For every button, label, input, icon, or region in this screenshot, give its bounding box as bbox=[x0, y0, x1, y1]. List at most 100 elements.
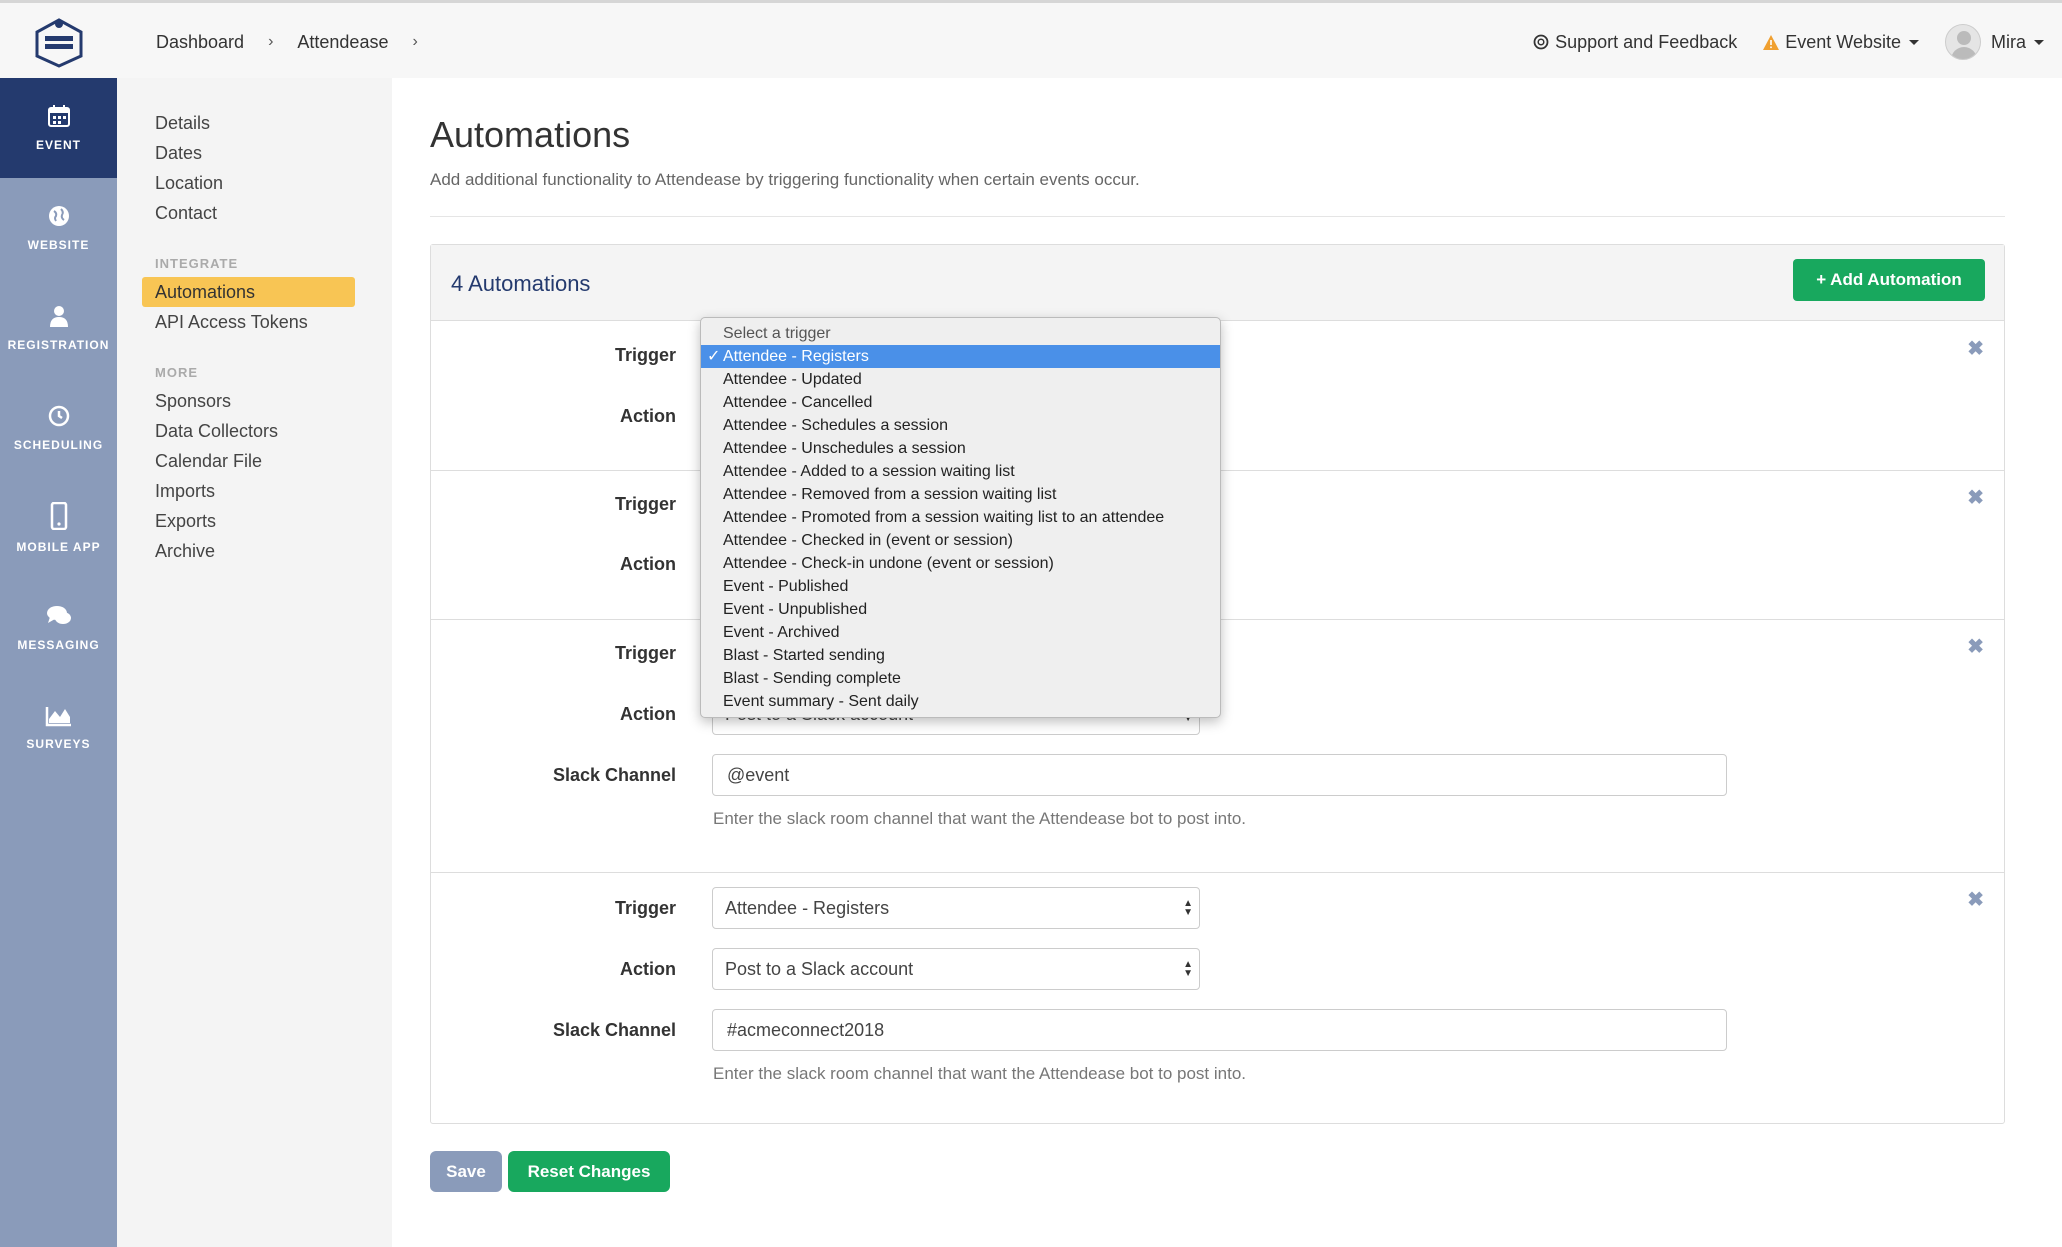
subnav-dates[interactable]: Dates bbox=[155, 138, 392, 168]
nav-item-registration[interactable]: REGISTRATION bbox=[0, 278, 117, 378]
chevron-right-icon: › bbox=[268, 33, 274, 50]
plus-icon: + bbox=[1816, 270, 1827, 289]
nav-label-website: WEBSITE bbox=[27, 238, 90, 252]
nav-item-surveys[interactable]: SURVEYS bbox=[0, 678, 117, 778]
breadcrumb-dashboard[interactable]: Dashboard bbox=[156, 32, 244, 53]
action-label: Action bbox=[620, 704, 676, 724]
dropdown-option[interactable]: Blast - Started sending bbox=[701, 644, 1220, 667]
chat-icon bbox=[46, 606, 71, 624]
dropdown-option[interactable]: Event summary - Sent daily bbox=[701, 690, 1220, 713]
nav-label-mobile-app: MOBILE APP bbox=[16, 540, 101, 554]
remove-automation-icon[interactable]: ✖ bbox=[1967, 336, 1984, 361]
slack-channel-input[interactable]: #acmeconnect2018 bbox=[712, 1009, 1727, 1051]
add-automation-button[interactable]: + Add Automation bbox=[1793, 259, 1985, 301]
save-button[interactable]: Save bbox=[430, 1151, 502, 1192]
nav-item-mobile-app[interactable]: MOBILE APP bbox=[0, 478, 117, 578]
trigger-label: Trigger bbox=[614, 494, 676, 514]
dropdown-option[interactable]: ✓ Attendee - Registers bbox=[701, 345, 1220, 368]
caret-down-icon bbox=[1909, 39, 1919, 45]
slack-channel-value: @event bbox=[727, 764, 790, 785]
subnav-data-collectors[interactable]: Data Collectors bbox=[155, 416, 392, 446]
breadcrumb: Dashboard › Attendease › bbox=[156, 3, 442, 81]
panel-title: 4 Automations bbox=[451, 271, 591, 296]
subnav-exports[interactable]: Exports bbox=[155, 506, 392, 536]
support-feedback-link[interactable]: Support and Feedback bbox=[1533, 32, 1737, 53]
user-menu[interactable]: Mira bbox=[1945, 24, 2044, 60]
page-subtitle: Add additional functionality to Attendea… bbox=[430, 170, 1140, 189]
dropdown-option[interactable]: Attendee - Check-in undone (event or ses… bbox=[701, 552, 1220, 575]
action-value: Post to a Slack account bbox=[725, 958, 914, 979]
action-label: Action bbox=[620, 554, 676, 574]
dropdown-option[interactable]: Attendee - Updated bbox=[701, 368, 1220, 391]
top-bar: Dashboard › Attendease › Support and Fee… bbox=[0, 0, 2062, 78]
attendease-logo[interactable] bbox=[0, 3, 117, 81]
dropdown-option[interactable]: Attendee - Checked in (event or session) bbox=[701, 529, 1220, 552]
phone-icon bbox=[50, 502, 67, 530]
support-feedback-label: Support and Feedback bbox=[1555, 31, 1738, 52]
add-automation-label: Add Automation bbox=[1830, 270, 1962, 289]
action-label: Action bbox=[620, 406, 676, 426]
dropdown-option[interactable]: Attendee - Removed from a session waitin… bbox=[701, 483, 1220, 506]
select-arrows-icon: ▲▼ bbox=[1183, 898, 1193, 918]
reset-changes-button[interactable]: Reset Changes bbox=[508, 1151, 670, 1192]
nav-label-event: EVENT bbox=[35, 138, 81, 152]
trigger-dropdown-menu: Select a trigger ✓ Attendee - Registers … bbox=[700, 317, 1221, 718]
divider bbox=[430, 216, 2005, 217]
slack-channel-label: Slack Channel bbox=[552, 765, 676, 785]
caret-down-icon bbox=[2034, 39, 2044, 45]
dropdown-option[interactable]: Event - Published bbox=[701, 575, 1220, 598]
nav-label-registration: REGISTRATION bbox=[7, 338, 110, 352]
nav-item-scheduling[interactable]: SCHEDULING bbox=[0, 378, 117, 478]
dropdown-option-placeholder[interactable]: Select a trigger bbox=[701, 322, 1220, 345]
dropdown-option-label: Attendee - Registers bbox=[723, 348, 869, 365]
dropdown-option[interactable]: Attendee - Schedules a session bbox=[701, 414, 1220, 437]
dropdown-option[interactable]: Attendee - Cancelled bbox=[701, 391, 1220, 414]
automation-row: Trigger Attendee - Registers ▲ ▼ Action P… bbox=[431, 873, 2004, 1124]
dropdown-option[interactable]: Attendee - Unschedules a session bbox=[701, 437, 1220, 460]
subnav-heading-integrate: INTEGRATE bbox=[155, 256, 239, 271]
slack-channel-value: #acmeconnect2018 bbox=[727, 1019, 885, 1040]
action-label: Action bbox=[620, 959, 676, 979]
dropdown-option[interactable]: Event - Archived bbox=[701, 621, 1220, 644]
subnav-sponsors[interactable]: Sponsors bbox=[155, 386, 392, 416]
dropdown-option[interactable]: Attendee - Promoted from a session waiti… bbox=[701, 506, 1220, 529]
subnav-imports[interactable]: Imports bbox=[155, 476, 392, 506]
subnav-archive[interactable]: Archive bbox=[155, 536, 392, 566]
trigger-label: Trigger bbox=[614, 643, 676, 663]
subnav-heading-more: MORE bbox=[155, 365, 198, 380]
user-icon bbox=[49, 306, 68, 327]
remove-automation-icon[interactable]: ✖ bbox=[1967, 634, 1984, 659]
remove-automation-icon[interactable]: ✖ bbox=[1967, 887, 1984, 912]
slack-channel-label: Slack Channel bbox=[552, 1020, 676, 1040]
dropdown-option[interactable]: Blast - Sending complete bbox=[701, 667, 1220, 690]
subnav-calendar-file[interactable]: Calendar File bbox=[155, 446, 392, 476]
nav-item-event[interactable]: EVENT bbox=[0, 78, 117, 178]
select-arrows-icon: ▲▼ bbox=[1183, 959, 1193, 979]
subnav-automations[interactable]: Automations bbox=[142, 277, 355, 307]
event-website-menu[interactable]: Event Website bbox=[1763, 32, 1919, 53]
slack-channel-input[interactable]: @event bbox=[712, 754, 1727, 796]
subnav-api-access-tokens[interactable]: API Access Tokens bbox=[155, 307, 392, 337]
nav-item-messaging[interactable]: MESSAGING bbox=[0, 578, 117, 678]
trigger-label: Trigger bbox=[614, 898, 676, 918]
warning-icon bbox=[1763, 34, 1780, 50]
trigger-value: Attendee - Registers bbox=[725, 897, 890, 918]
chevron-right-icon: › bbox=[412, 33, 418, 50]
subnav-contact[interactable]: Contact bbox=[155, 198, 392, 228]
subnav-location[interactable]: Location bbox=[155, 168, 392, 198]
settings-sidebar: Details Dates Location Contact INTEGRATE… bbox=[117, 78, 392, 1247]
dropdown-option[interactable]: Attendee - Added to a session waiting li… bbox=[701, 460, 1220, 483]
globe-icon bbox=[48, 206, 69, 226]
logo-icon bbox=[35, 18, 82, 68]
subnav-details[interactable]: Details bbox=[155, 108, 392, 138]
nav-item-website[interactable]: WEBSITE bbox=[0, 178, 117, 278]
chart-icon bbox=[45, 707, 71, 727]
calendar-icon bbox=[47, 105, 70, 127]
breadcrumb-attendease[interactable]: Attendease bbox=[297, 32, 388, 53]
top-right-menu: Support and Feedback Event Website Mira bbox=[1507, 3, 2044, 81]
page-title: Automations bbox=[430, 114, 631, 155]
remove-automation-icon[interactable]: ✖ bbox=[1967, 485, 1984, 510]
action-select[interactable]: Post to a Slack account ▲▼ bbox=[712, 948, 1200, 990]
trigger-select[interactable]: Attendee - Registers ▲ ▼ bbox=[712, 887, 1200, 929]
dropdown-option[interactable]: Event - Unpublished bbox=[701, 598, 1220, 621]
